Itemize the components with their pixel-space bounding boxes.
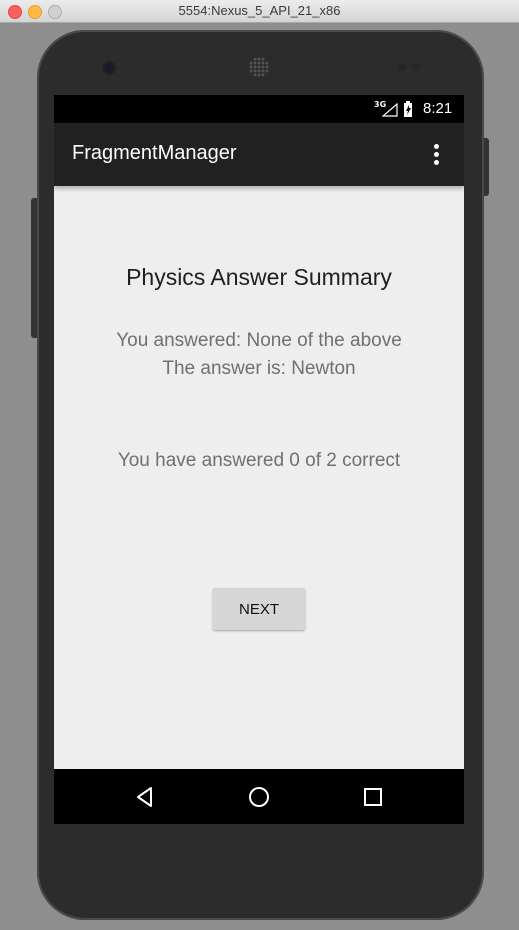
navigation-bar	[54, 769, 464, 824]
recents-icon[interactable]	[359, 783, 387, 811]
status-bar: 3G 8:21	[54, 95, 464, 123]
emulator-window-titlebar: 5554:Nexus_5_API_21_x86	[0, 0, 519, 23]
light-sensor-icon	[412, 63, 420, 71]
your-answer-text: You answered: None of the above	[116, 330, 402, 351]
window-title: 5554:Nexus_5_API_21_x86	[178, 3, 341, 18]
score-text: You have answered 0 of 2 correct	[117, 450, 401, 471]
earpiece-speaker-icon	[249, 57, 269, 77]
next-button[interactable]: NEXT	[213, 588, 305, 630]
clock: 8:21	[423, 100, 453, 117]
signal-icon	[382, 103, 398, 117]
front-camera-icon	[104, 63, 114, 73]
back-icon[interactable]	[132, 783, 160, 811]
home-icon[interactable]	[245, 783, 273, 811]
power-button[interactable]	[484, 138, 489, 196]
action-bar: FragmentManager	[54, 123, 464, 186]
proximity-sensor-icon	[398, 63, 406, 71]
overflow-menu-icon[interactable]	[422, 141, 450, 169]
answer-summary-fragment: Physics Answer Summary You answered: Non…	[54, 186, 464, 769]
app-title: FragmentManager	[72, 142, 237, 164]
battery-charging-icon	[404, 101, 412, 117]
correct-answer-text: The answer is: Newton	[162, 358, 356, 379]
device-screen: 3G 8:21 FragmentManager Physics Answer S…	[54, 95, 464, 824]
summary-heading: Physics Answer Summary	[126, 264, 392, 290]
